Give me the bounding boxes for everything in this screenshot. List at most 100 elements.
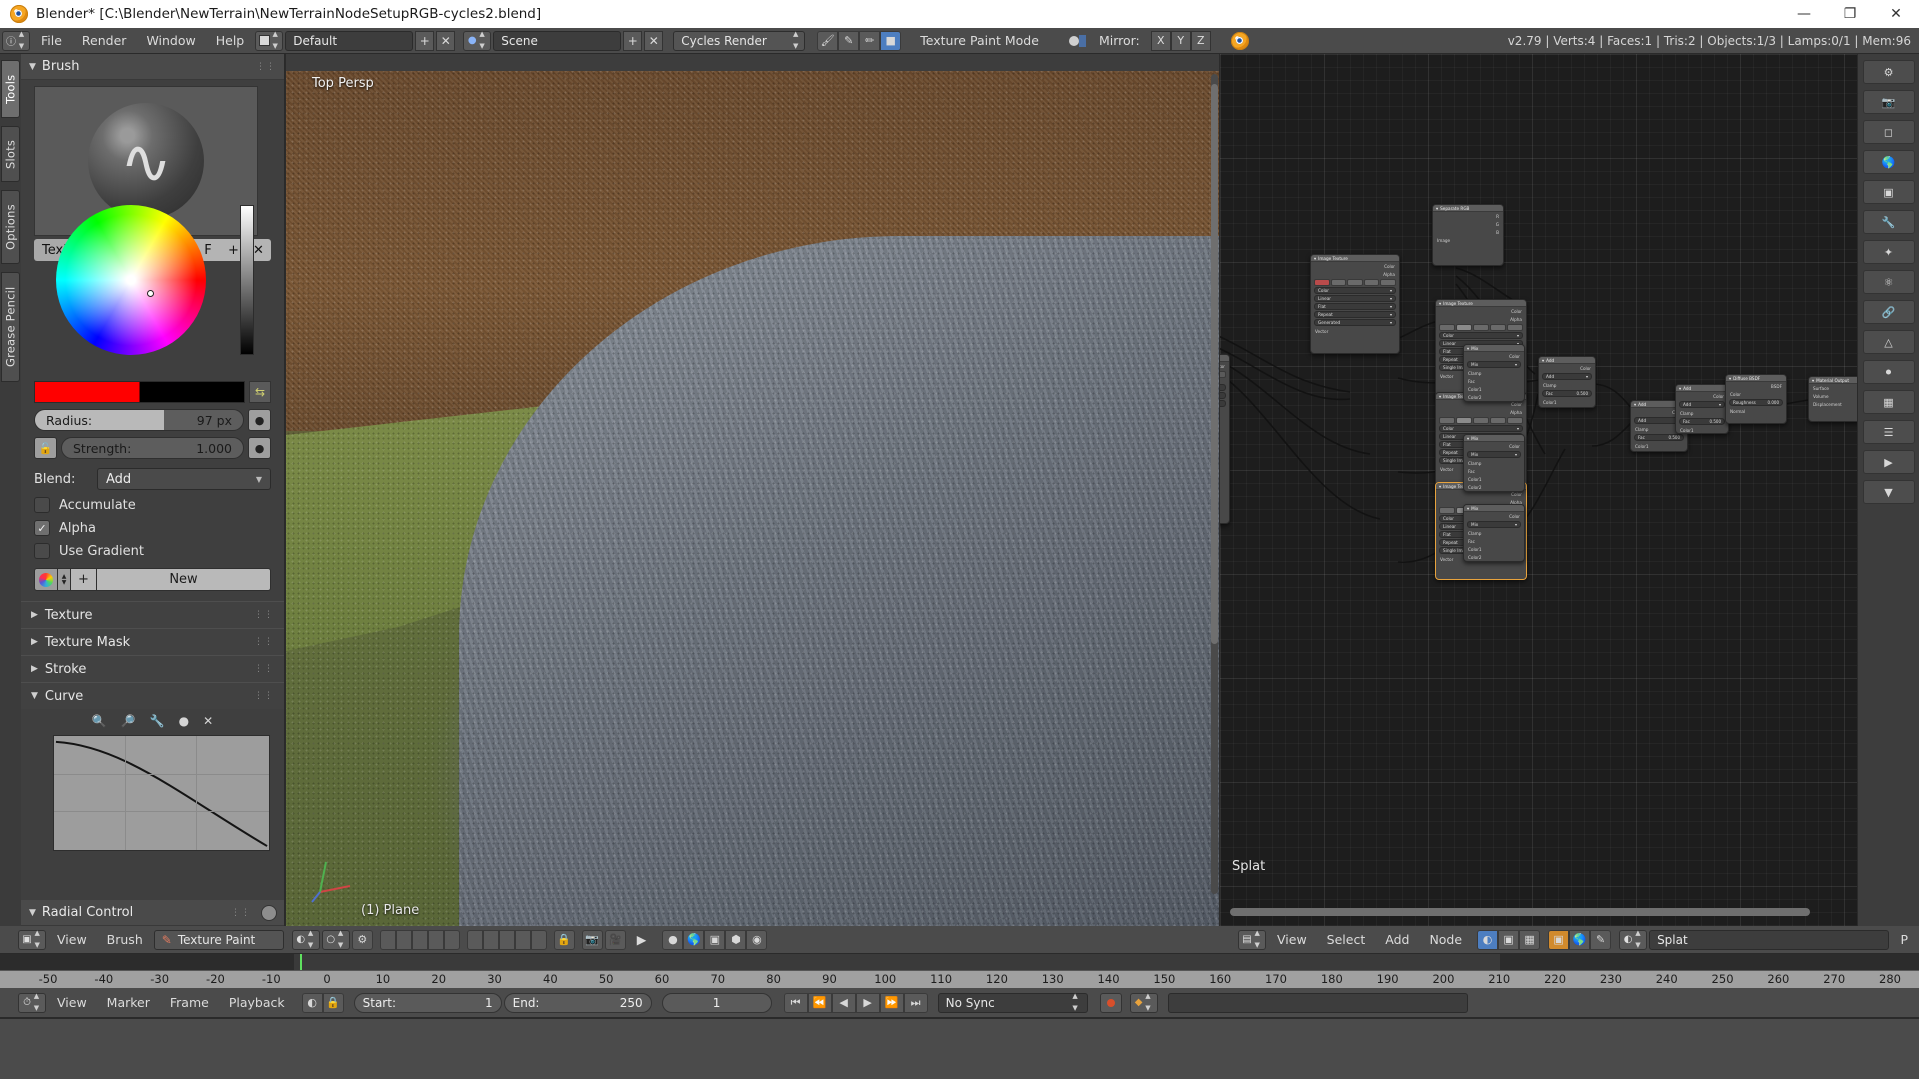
play-icon[interactable]: ▶ [628,930,656,949]
mapping-tab-normal[interactable]: Normal [1220,371,1226,378]
rail-render-icon[interactable]: 📷 [1862,90,1915,114]
rail-data-icon[interactable]: △ [1862,330,1915,354]
maximize-button[interactable]: ❐ [1827,0,1873,28]
panel-header-curve[interactable]: ▼ Curve ⋮⋮ [21,682,284,709]
delete-screen-button[interactable]: ✕ [436,30,456,51]
menu-help[interactable]: Help [207,31,254,50]
node-input-fac[interactable]: Fac [1464,467,1524,475]
keyframe-diamond-icon[interactable]: ◆ ▲ ▼ [1129,992,1158,1013]
jump-start-icon[interactable]: ⏮ [783,992,808,1013]
color-wheel-cursor[interactable] [146,290,154,297]
node-output-color[interactable]: Color [1436,307,1526,315]
viewport-mode-select[interactable]: ✎ Texture Paint [153,929,284,950]
add-clamp-checkbox[interactable]: Clamp [1539,381,1595,389]
timeline-menu-view[interactable]: View [48,993,96,1012]
checkbox-use-gradient[interactable]: Use Gradient [34,543,271,559]
node-input-color1[interactable]: Color1 [1539,398,1595,406]
node-input-color2[interactable]: Color2 [1631,450,1687,451]
rail-properties-icon[interactable]: ⚙ [1862,60,1915,84]
play-reverse-icon[interactable]: ◀ [831,992,856,1013]
node-separate-rgb[interactable]: ▾ Separate RGB R G B Image [1432,204,1504,266]
node-tree-type-group[interactable]: ◐ ▣ ▦ [1477,929,1541,950]
unlocked-icon[interactable]: 🔓 [34,437,57,459]
end-frame-field[interactable]: End: 250 [503,992,652,1013]
node-material-output[interactable]: ▾ Material Output Surface Volume Displac… [1808,376,1857,422]
mix-blend-mode[interactable]: Mix ▾ [1467,521,1521,528]
node-output-alpha[interactable]: Alpha [1436,408,1526,416]
checkbox-alpha[interactable]: ✓ Alpha [34,520,271,536]
viewport-menu-brush[interactable]: Brush [98,930,152,949]
texture-paint-icon[interactable]: 🖌 [817,30,839,51]
mapping-scale-x[interactable]: 1.000 [1220,384,1227,391]
mirror-axis-z[interactable]: Z [1190,30,1211,51]
node-header[interactable]: ▾ Mix [1464,435,1524,442]
node-menu-view[interactable]: View [1268,930,1316,949]
world-icon[interactable]: 🌎 [683,929,705,950]
checkbox-box[interactable] [34,543,50,559]
screen-layout-icon[interactable]: ▲ ▼ [255,30,284,51]
image-new-icon[interactable] [1490,417,1506,424]
image-browse-icon[interactable] [1439,507,1455,514]
mix-clamp-checkbox[interactable]: Clamp [1464,369,1524,377]
sidebar-item-slots[interactable]: Slots [1,126,20,182]
texture-draw-icon[interactable]: ■ [880,30,902,51]
node-header[interactable]: ▾ Image Texture [1311,255,1399,262]
delete-scene-button[interactable]: ✕ [644,30,664,51]
node-header[interactable]: ▾ Mapping [1220,355,1229,362]
add-screen-button[interactable]: + [415,30,435,51]
color-wheel[interactable] [55,205,206,355]
image-open-icon[interactable] [1507,417,1523,424]
imgtex-colorspace[interactable]: Color▾ [1439,425,1523,432]
layer-cell[interactable] [379,929,396,950]
node-output-b[interactable]: B [1433,228,1503,236]
viewport-canvas[interactable] [286,71,1219,926]
image-browse-icon[interactable] [1314,279,1330,286]
node-input-volume[interactable]: Volume [1809,392,1857,400]
world-shading-icon[interactable]: 🌎 [1569,929,1591,950]
image-name-field[interactable] [1330,279,1347,286]
weight-paint-icon[interactable]: ✎ [838,30,860,51]
node-output-color[interactable]: Color [1464,352,1524,360]
node-input-color1[interactable]: Color1 [1464,475,1524,483]
3d-viewport[interactable]: Top Persp (1) Plane [286,54,1219,926]
wire-icon[interactable]: ◉ [746,929,768,950]
node-input-color1[interactable]: Color1 [1464,545,1524,553]
checkbox-box[interactable] [34,497,50,513]
node-input-color2[interactable]: Color2 [1464,483,1524,491]
panel-header-radial-control[interactable]: ▼ Radial Control ⋮⋮ [21,900,284,926]
node-input-displacement[interactable]: Displacement [1809,400,1857,408]
mirror-axis-y[interactable]: Y [1170,30,1191,51]
pivot-point-icon[interactable]: ○ ▲ ▼ [321,929,350,950]
timeline-ruler[interactable]: -50 -40 -30 -20 -10 0 10 20 30 40 50 60 70 80 90 100 110… [0,954,1919,988]
node-input-color1[interactable]: Color1 [1631,442,1687,450]
scene-layers-grid[interactable] [379,929,460,950]
image-datablock-row[interactable] [1439,417,1523,424]
timeline-toggle-group[interactable]: ◐ 🔒 [301,992,344,1013]
node-output-alpha[interactable]: Alpha [1436,315,1526,323]
add-fac-slider[interactable]: Fac 0.500 [1679,418,1725,425]
render-engine-select[interactable]: Cycles Render ▲ ▼ [673,30,806,51]
transport-controls[interactable]: ⏮ ⏪ ◀ ▶ ⏩ ⏭ [783,992,928,1013]
mapping-row-y[interactable]: 0.000 0° 1.000 [1220,392,1227,399]
image-users-button[interactable] [1473,324,1489,331]
object-shading-icon[interactable]: ▣ [1548,929,1570,950]
node-input-fac[interactable]: Fac [1464,537,1524,545]
image-browse-icon[interactable] [1439,417,1455,424]
play-icon[interactable]: ▶ [855,992,880,1013]
image-datablock-row[interactable] [1314,279,1396,286]
scene-layers-grid-2[interactable] [466,929,547,950]
mix-blend-mode[interactable]: Mix ▾ [1467,361,1521,368]
node-menu-select[interactable]: Select [1318,930,1375,949]
rail-particles-icon[interactable]: ✦ [1862,240,1915,264]
mix-clamp-checkbox[interactable]: Clamp [1464,529,1524,537]
layer-cell[interactable] [466,929,483,950]
viewport-display-icons[interactable]: ● 🌎 ▣ ⬢ ◉ [662,929,768,950]
node-input-color2[interactable]: Color2 [1539,406,1595,407]
add-blend-mode[interactable]: Add▾ [1542,373,1592,380]
mapping-row-x[interactable]: 0.000 0° 1.000 [1220,384,1227,391]
add-clamp-checkbox[interactable]: Clamp [1676,409,1728,417]
node-input-normal[interactable]: Normal [1726,407,1786,415]
layer-cell[interactable] [411,929,428,950]
rail-object-icon[interactable]: ▣ [1862,180,1915,204]
next-keyframe-icon[interactable]: ⏩ [879,992,904,1013]
